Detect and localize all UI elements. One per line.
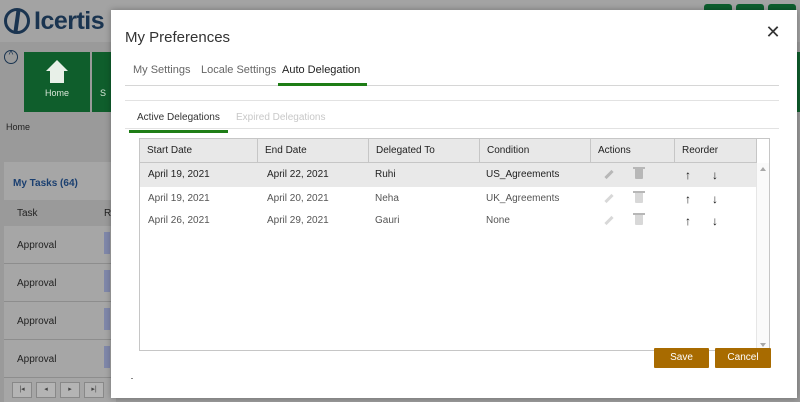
task-row[interactable]: Approval <box>4 226 116 264</box>
tab-auto-delegation[interactable]: Auto Delegation <box>277 64 368 86</box>
grid-body: April 19, 2021 April 22, 2021 Ruhi US_Ag… <box>140 163 757 351</box>
my-tasks-panel: My Tasks (64) Task R Approval Approval A… <box>4 162 116 402</box>
column-header-end-date[interactable]: End Date <box>258 139 369 163</box>
move-up-arrow-icon[interactable]: ↑ <box>685 187 691 211</box>
delete-trash-icon[interactable] <box>633 213 645 225</box>
my-tasks-title[interactable]: My Tasks (64) <box>13 178 78 189</box>
divider <box>131 378 133 379</box>
last-page-icon[interactable]: ▸| <box>84 382 104 398</box>
first-page-icon[interactable]: |◂ <box>12 382 32 398</box>
home-tile[interactable]: Home <box>24 52 90 112</box>
end-date-cell: April 29, 2021 <box>267 215 329 226</box>
task-link[interactable] <box>104 346 110 368</box>
breadcrumb[interactable]: Home <box>6 122 30 132</box>
task-link[interactable] <box>104 308 110 330</box>
tab-my-settings[interactable]: My Settings <box>133 64 190 84</box>
logo-mark-icon <box>4 8 30 34</box>
tab-locale-settings[interactable]: Locale Settings <box>201 64 276 84</box>
subtab-active-delegations[interactable]: Active Delegations <box>129 112 228 133</box>
edit-pencil-icon[interactable] <box>604 169 614 180</box>
preferences-tabs: My Settings Locale Settings Auto Delegat… <box>125 64 779 86</box>
delete-trash-icon[interactable] <box>633 167 645 179</box>
move-up-arrow-icon[interactable]: ↑ <box>685 163 691 187</box>
preferences-modal: My Preferences ✕ My Settings Locale Sett… <box>111 10 797 398</box>
task-row[interactable]: Approval <box>4 264 116 302</box>
delegations-grid: Start Date End Date Delegated To Conditi… <box>139 138 770 351</box>
condition-cell: US_Agreements <box>486 169 560 180</box>
condition-cell: None <box>486 215 510 226</box>
close-icon[interactable]: ✕ <box>765 23 781 41</box>
grid-header: Start Date End Date Delegated To Conditi… <box>140 139 757 163</box>
end-date-cell: April 22, 2021 <box>267 169 329 180</box>
delegated-to-cell: Gauri <box>375 215 400 226</box>
next-page-icon[interactable]: ▸ <box>60 382 80 398</box>
end-date-cell: April 20, 2021 <box>267 193 329 204</box>
delegated-to-cell: Neha <box>375 193 399 204</box>
prev-page-icon[interactable]: ◂ <box>36 382 56 398</box>
task-name: Approval <box>17 316 57 327</box>
grid-scrollbar[interactable] <box>756 163 769 351</box>
table-row[interactable]: April 26, 2021 April 29, 2021 Gauri None… <box>140 209 757 233</box>
move-down-arrow-icon[interactable]: ↓ <box>712 187 718 211</box>
my-tasks-header: Task R <box>4 200 116 226</box>
table-row[interactable]: April 19, 2021 April 20, 2021 Neha UK_Ag… <box>140 187 757 211</box>
start-date-cell: April 19, 2021 <box>148 169 210 180</box>
task-row[interactable]: Approval <box>4 340 116 378</box>
move-down-arrow-icon[interactable]: ↓ <box>712 163 718 187</box>
pager: |◂ ◂ ▸ ▸| <box>12 382 104 398</box>
task-link[interactable] <box>104 232 110 254</box>
column-header-reorder: Reorder <box>675 139 757 163</box>
column-header-actions: Actions <box>591 139 675 163</box>
task-link[interactable] <box>104 270 110 292</box>
modal-title: My Preferences <box>125 29 231 46</box>
scroll-down-icon[interactable] <box>760 343 766 347</box>
task-name: Approval <box>17 278 57 289</box>
start-date-cell: April 26, 2021 <box>148 215 210 226</box>
home-tile-label: Home <box>44 88 69 98</box>
move-up-arrow-icon[interactable]: ↑ <box>685 209 691 233</box>
column-header-delegated-to[interactable]: Delegated To <box>369 139 480 163</box>
delete-trash-icon[interactable] <box>633 191 645 203</box>
subtab-expired-delegations[interactable]: Expired Delegations <box>236 112 326 123</box>
edit-pencil-icon[interactable] <box>604 193 614 204</box>
delegation-subtabs: Active Delegations Expired Delegations <box>125 100 779 133</box>
task-name: Approval <box>17 240 57 251</box>
move-down-arrow-icon[interactable]: ↓ <box>712 209 718 233</box>
column-header-condition[interactable]: Condition <box>480 139 591 163</box>
task-name: Approval <box>17 354 57 365</box>
save-button[interactable]: Save <box>654 348 709 368</box>
scroll-up-icon[interactable] <box>760 167 766 171</box>
home-icon <box>44 60 70 84</box>
cancel-button[interactable]: Cancel <box>715 348 771 368</box>
edit-pencil-icon[interactable] <box>604 215 614 226</box>
table-row[interactable]: April 19, 2021 April 22, 2021 Ruhi US_Ag… <box>140 163 757 187</box>
logo-text: Icertis <box>34 6 105 35</box>
task-column-header: Task <box>17 208 38 219</box>
start-date-cell: April 19, 2021 <box>148 193 210 204</box>
logo: Icertis <box>4 6 105 36</box>
delegated-to-cell: Ruhi <box>375 169 396 180</box>
collapse-up-icon[interactable]: ^ <box>4 50 18 64</box>
condition-cell: UK_Agreements <box>486 193 560 204</box>
column-header-start-date[interactable]: Start Date <box>140 139 258 163</box>
task-row[interactable]: Approval <box>4 302 116 340</box>
